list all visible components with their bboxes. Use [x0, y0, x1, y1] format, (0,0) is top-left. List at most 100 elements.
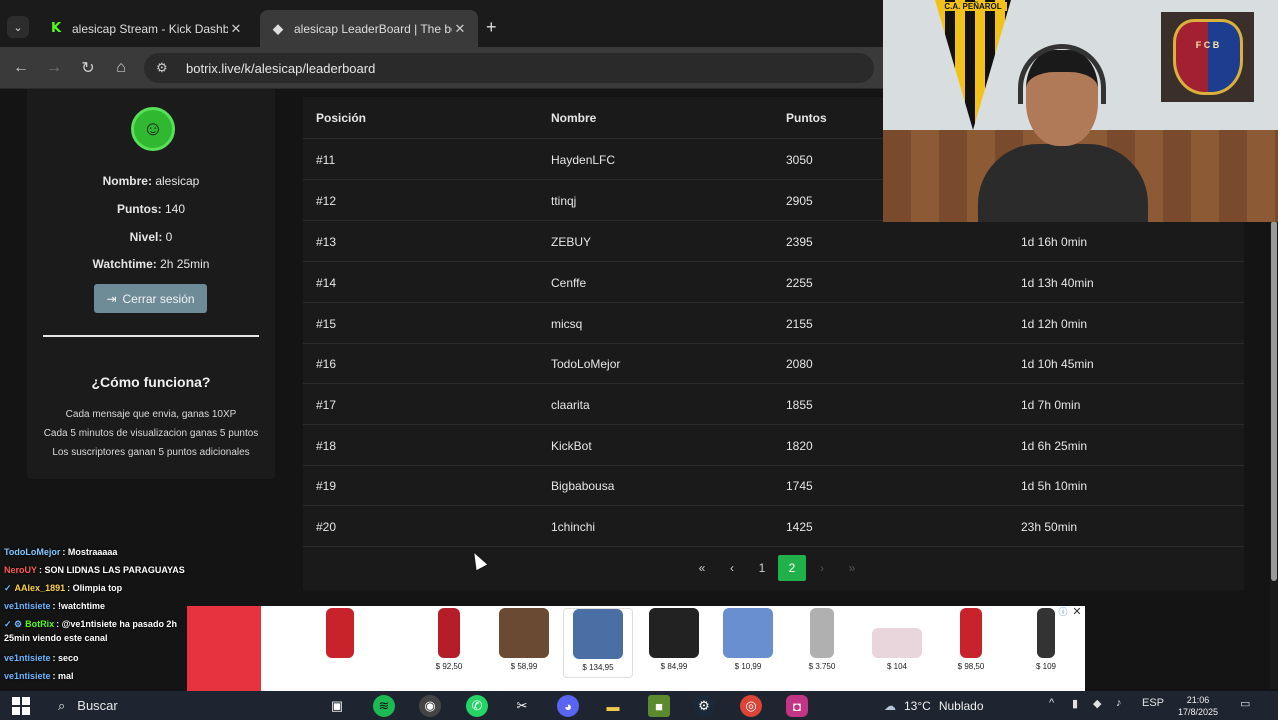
table-row: #15 micsq 2155 1d 12h 0min	[303, 303, 1244, 344]
ad-info-icon[interactable]: ⓘ	[1057, 606, 1069, 618]
spotify-icon[interactable]: ≋	[373, 695, 395, 717]
site-info-icon[interactable]: ⚙	[156, 60, 174, 76]
table-row: #14 Cenffe 2255 1d 13h 40min	[303, 262, 1244, 303]
chat-message: ve1ntisiete: seco	[4, 653, 79, 663]
cell-name: Cenffe	[551, 276, 587, 290]
ad-price: $ 58,99	[510, 662, 538, 671]
chat-user: NeroUY	[4, 565, 38, 575]
language-indicator[interactable]: ESP	[1142, 697, 1164, 709]
logout-button[interactable]: ⇥ Cerrar sesión	[94, 284, 207, 313]
chat-message: TodoLoMejor: Mostraaaaa	[4, 547, 117, 557]
ad-item[interactable]: $ 84,99	[639, 608, 709, 678]
ad-item[interactable]: $ 58,99	[489, 608, 559, 678]
tab-search-button[interactable]: ⌄	[7, 16, 29, 38]
cell-name: claarita	[551, 398, 590, 412]
ad-item[interactable]: $ 92,50	[414, 608, 484, 678]
pagination: « ‹ 1 2 › »	[687, 555, 867, 581]
prev-page-icon[interactable]: ‹	[717, 555, 747, 581]
cell-pos: #20	[316, 520, 337, 534]
tab-leaderboard[interactable]: ◆ alesicap LeaderBoard | The best ✕	[260, 10, 478, 47]
forward-icon[interactable]: →	[43, 57, 65, 79]
last-page-icon[interactable]: »	[837, 555, 867, 581]
instagram-icon[interactable]: ◘	[786, 695, 808, 717]
ad-banner[interactable]: $ 92,50 $ 58,99 $ 134,95 $ 84,99 $ 10,99…	[187, 606, 1085, 691]
close-icon[interactable]: ✕	[228, 21, 244, 37]
chat-user: BotRix	[25, 619, 55, 629]
tab-kick-dashboard[interactable]: K alesicap Stream - Kick Dashboa ✕	[38, 10, 254, 47]
chat-text: : seco	[52, 653, 79, 663]
cell-watchtime: 1d 16h 0min	[1021, 235, 1088, 249]
mod-badge-icon: ✓	[4, 583, 12, 593]
cell-watchtime: 1d 10h 45min	[1021, 357, 1094, 371]
taskbar-search[interactable]: ⌕ Buscar	[48, 691, 316, 720]
how-line: Cada mensaje que envia, ganas 10XP	[65, 409, 237, 420]
ad-item[interactable]: $ 104	[862, 608, 932, 678]
microphone-icon[interactable]: ▮	[1072, 697, 1078, 710]
stat-puntos: Puntos: 140	[116, 202, 186, 216]
obs-icon[interactable]: ◉	[419, 695, 441, 717]
back-icon[interactable]: ←	[10, 57, 32, 79]
chrome-icon[interactable]: ◎	[740, 695, 762, 717]
header-nombre: Nombre	[551, 111, 597, 125]
table-row: #17 claarita 1855 1d 7h 0min	[303, 384, 1244, 425]
reload-icon[interactable]: ↻	[77, 57, 99, 79]
stat-watchtime: Watchtime: 2h 25min	[92, 257, 210, 271]
ad-item[interactable]: $ 109	[1011, 608, 1081, 678]
product-image	[326, 608, 354, 658]
steam-icon[interactable]: ⚙	[693, 695, 715, 717]
chat-message: ✓ ⚙ BotRix: @ve1ntisiete ha pasado 2h	[4, 619, 177, 630]
home-icon[interactable]: ⌂	[110, 57, 132, 79]
discord-icon[interactable]: ◕	[557, 695, 579, 717]
ad-price: $ 104	[886, 662, 908, 671]
chat-text: : !watchtime	[52, 601, 106, 611]
cell-name: ttinqj	[551, 194, 577, 208]
fcb-crest: F C B	[1161, 12, 1254, 102]
whatsapp-icon[interactable]: ✆	[466, 695, 488, 717]
windows-start-icon[interactable]	[12, 697, 30, 715]
page-1-button[interactable]: 1	[747, 555, 777, 581]
chat-user: TodoLoMejor	[4, 547, 61, 557]
chat-message: NeroUY: SON LIDNAS LAS PARAGUAYAS	[4, 565, 185, 575]
cell-watchtime: 1d 7h 0min	[1021, 398, 1081, 412]
streamer-shirt	[978, 144, 1148, 222]
ad-item[interactable]: $ 10,99	[713, 608, 783, 678]
chat-user: ve1ntisiete	[4, 671, 51, 681]
cell-name: micsq	[551, 317, 583, 331]
scrollbar-thumb[interactable]	[1271, 221, 1277, 581]
cell-pos: #18	[316, 439, 337, 453]
weather-widget[interactable]: ☁ 13°C Nublado	[884, 691, 984, 720]
ad-close-icon[interactable]: ✕	[1071, 606, 1083, 618]
chat-text: : Olimpia top	[67, 583, 123, 593]
how-line: Los suscriptores ganan 5 puntos adiciona…	[52, 447, 250, 458]
streamer	[978, 40, 1148, 222]
taskbar-clock[interactable]: 21:06 17/8/2025	[1168, 694, 1228, 718]
next-page-icon[interactable]: ›	[807, 555, 837, 581]
task-view-icon[interactable]: ▣	[326, 695, 348, 717]
notifications-icon[interactable]: ▭	[1240, 697, 1250, 710]
cell-pos: #12	[316, 194, 337, 208]
minecraft-icon[interactable]: ■	[648, 695, 670, 717]
address-bar[interactable]: ⚙ botrix.live/k/alesicap/leaderboard	[144, 53, 874, 83]
close-icon[interactable]: ✕	[452, 21, 468, 37]
cloud-icon: ☁	[884, 698, 896, 713]
file-explorer-icon[interactable]: ▬	[602, 695, 624, 717]
cell-pos: #15	[316, 317, 337, 331]
ad-item[interactable]: $ 98,50	[936, 608, 1006, 678]
ad-item[interactable]	[305, 608, 375, 678]
page-2-button[interactable]: 2	[778, 555, 806, 581]
ad-item[interactable]: $ 134,95	[563, 608, 633, 678]
chat-user: ve1ntisiete	[4, 601, 51, 611]
webcam-overlay: C.A. PEÑAROL F C B	[883, 0, 1278, 222]
cell-name: 1chinchi	[551, 520, 596, 534]
new-tab-button[interactable]: +	[486, 17, 497, 38]
tray-chevron-icon[interactable]: ^	[1049, 697, 1054, 709]
network-icon[interactable]: ◆	[1093, 697, 1101, 710]
capcut-icon[interactable]: ✂	[511, 695, 533, 717]
cell-points: 2080	[786, 357, 813, 371]
volume-icon[interactable]: ♪	[1116, 697, 1122, 709]
cell-watchtime: 1d 5h 10min	[1021, 479, 1088, 493]
ad-item[interactable]: $ 3.750	[787, 608, 857, 678]
product-image	[960, 608, 982, 658]
tab-title: alesicap Stream - Kick Dashboa	[72, 21, 228, 36]
first-page-icon[interactable]: «	[687, 555, 717, 581]
